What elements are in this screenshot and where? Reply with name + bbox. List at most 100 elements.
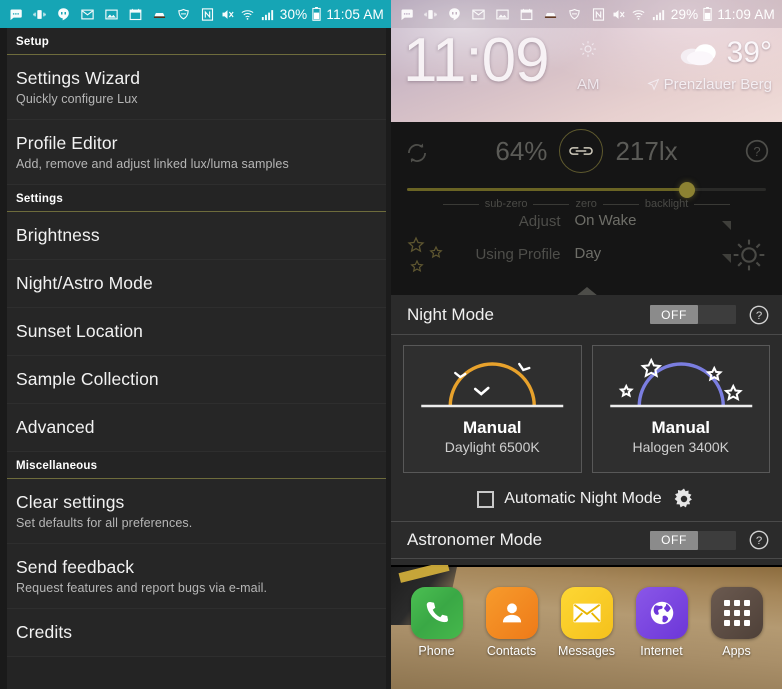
dock-item-messages[interactable]: Messages bbox=[555, 587, 619, 658]
slider-fill bbox=[407, 188, 688, 191]
envelope-icon bbox=[560, 587, 613, 639]
profile-label: Using Profile bbox=[475, 245, 561, 263]
chain-link-glyph bbox=[569, 147, 594, 155]
dock-label: Phone bbox=[418, 644, 455, 658]
help-circle-icon[interactable]: ? bbox=[748, 529, 770, 551]
profile-selector-row[interactable]: Using Profile Day bbox=[391, 245, 782, 263]
sun-arc-birds-icon bbox=[421, 362, 564, 408]
status-bar-left: 30% 11:05 AM bbox=[0, 0, 391, 28]
car-icon bbox=[544, 12, 557, 18]
contact-person-icon bbox=[485, 587, 538, 639]
dual-screenshot-container: 30% 11:05 AM Setup Settings Wizard Quick… bbox=[0, 0, 782, 689]
phone-glyph bbox=[426, 602, 448, 623]
adjust-selector-row[interactable]: Adjust On Wake bbox=[391, 212, 782, 230]
svg-text:?: ? bbox=[756, 310, 762, 322]
vpn-shield-icon bbox=[178, 8, 189, 19]
night-mode-header: Night Mode OFF ? bbox=[391, 295, 782, 335]
preset-mode-label: Manual bbox=[651, 418, 711, 437]
slider-thumb[interactable] bbox=[679, 182, 696, 198]
sidebar-item-brightness[interactable]: Brightness bbox=[0, 212, 391, 260]
automatic-night-mode-label: Automatic Night Mode bbox=[504, 490, 662, 507]
sidebar-item-advanced[interactable]: Advanced bbox=[0, 404, 391, 452]
pref-title: Settings Wizard bbox=[16, 68, 141, 88]
car-icon bbox=[153, 12, 166, 18]
night-mode-toggle[interactable]: OFF bbox=[650, 305, 736, 324]
settings-list[interactable]: Setup Settings Wizard Quickly configure … bbox=[0, 28, 391, 689]
night-mode-panel: Night Mode OFF ? Manual Daylight 6500K M… bbox=[391, 295, 782, 565]
dock-label: Contacts bbox=[486, 644, 537, 658]
weather-summary[interactable]: 39° bbox=[679, 36, 772, 70]
pref-title: Sunset Location bbox=[16, 321, 144, 341]
messages-icon bbox=[10, 9, 22, 20]
automatic-night-mode-checkbox[interactable] bbox=[477, 490, 495, 508]
sidebar-item-profile-editor[interactable]: Profile Editor Add, remove and adjust li… bbox=[0, 120, 391, 185]
pref-title: Send feedback bbox=[16, 557, 135, 577]
dock-item-phone[interactable]: Phone bbox=[405, 587, 469, 658]
dock-icon-row: Phone Contacts Messages Internet Apps bbox=[391, 565, 782, 658]
sidebar-item-credits[interactable]: Credits bbox=[0, 609, 391, 657]
dock-item-contacts[interactable]: Contacts bbox=[480, 587, 544, 658]
cloud-icon bbox=[680, 44, 716, 66]
scale-dash bbox=[602, 203, 639, 205]
svg-text:?: ? bbox=[753, 144, 760, 159]
sidebar-item-settings-wizard[interactable]: Settings Wizard Quickly configure Lux bbox=[0, 55, 391, 120]
status-system-icons: 30% 11:05 AM bbox=[200, 7, 384, 22]
slider-label-sub-zero: sub-zero bbox=[484, 198, 528, 210]
automatic-night-mode-row[interactable]: Automatic Night Mode bbox=[391, 479, 782, 519]
sidebar-item-night-astro-mode[interactable]: Night/Astro Mode bbox=[0, 260, 391, 308]
preset-name-label: Daylight 6500K bbox=[444, 439, 540, 455]
nfc-icon bbox=[592, 7, 604, 21]
lux-settings-screen: 30% 11:05 AM Setup Settings Wizard Quick… bbox=[0, 0, 391, 689]
astronomer-mode-title: Astronomer Mode bbox=[407, 530, 543, 549]
night-mode-presets: Manual Daylight 6500K Manual Halogen 340… bbox=[391, 335, 782, 473]
gmail-icon bbox=[81, 9, 94, 19]
dock-item-internet[interactable]: Internet bbox=[630, 587, 694, 658]
apps-grid-icon bbox=[710, 587, 763, 639]
lux-overlay-top-row: 64% 217lx ? bbox=[391, 122, 782, 180]
status-clock-label: 11:05 AM bbox=[326, 6, 384, 22]
pref-title: Clear settings bbox=[16, 492, 125, 512]
daylight-arc-graphic bbox=[404, 346, 581, 416]
clock-time: 11:09 bbox=[403, 26, 550, 95]
section-header-settings: Settings bbox=[0, 185, 391, 212]
sidebar-item-clear-settings[interactable]: Clear settings Set defaults for all pref… bbox=[0, 479, 391, 544]
pref-title: Profile Editor bbox=[16, 133, 118, 153]
scrollbar-track[interactable] bbox=[386, 28, 391, 689]
pref-title: Credits bbox=[16, 622, 73, 642]
preset-card-daylight[interactable]: Manual Daylight 6500K bbox=[403, 345, 582, 473]
slider-track[interactable] bbox=[407, 182, 766, 198]
night-mode-toggle-state: OFF bbox=[661, 307, 687, 322]
sidebar-item-send-feedback[interactable]: Send feedback Request features and repor… bbox=[0, 544, 391, 609]
status-clock-label: 11:09 AM bbox=[717, 6, 775, 22]
pref-subtitle: Request features and report bugs via e-m… bbox=[16, 581, 268, 595]
section-header-miscellaneous: Miscellaneous bbox=[0, 452, 391, 479]
mute-icon bbox=[613, 9, 625, 19]
adjust-dropdown[interactable]: On Wake bbox=[571, 212, 733, 230]
photos-icon bbox=[105, 9, 118, 19]
preset-card-halogen[interactable]: Manual Halogen 3400K bbox=[591, 345, 770, 473]
gear-icon[interactable] bbox=[672, 487, 696, 511]
lux-overlay-panel: 64% 217lx ? sub-zero zero backlight Adju… bbox=[391, 122, 782, 296]
gear-icon[interactable] bbox=[726, 232, 772, 278]
pref-title: Brightness bbox=[16, 225, 100, 245]
brightness-slider[interactable]: sub-zero zero backlight bbox=[391, 174, 782, 210]
astronomer-mode-toggle-state: OFF bbox=[661, 533, 687, 547]
dock-item-apps[interactable]: Apps bbox=[705, 587, 769, 658]
help-circle-icon[interactable]: ? bbox=[748, 304, 770, 326]
battery-percent-label: 30% bbox=[279, 6, 308, 22]
slider-label-backlight: backlight bbox=[644, 198, 689, 210]
chain-link-icon[interactable] bbox=[559, 129, 604, 173]
astronomer-mode-toggle[interactable]: OFF bbox=[650, 530, 736, 550]
weather-location[interactable]: Prenzlauer Berg bbox=[646, 76, 772, 93]
sidebar-item-sample-collection[interactable]: Sample Collection bbox=[0, 356, 391, 404]
lux-value: 217lx bbox=[615, 135, 678, 166]
nfc-icon bbox=[201, 7, 213, 21]
help-circle-icon[interactable]: ? bbox=[744, 138, 770, 164]
battery-percent-label: 29% bbox=[670, 6, 699, 22]
apps-grid-dots bbox=[723, 600, 750, 626]
pref-subtitle: Quickly configure Lux bbox=[16, 92, 138, 106]
status-notification-icons bbox=[8, 7, 191, 22]
clock-weather-widget[interactable]: 11:09 AM 39° Prenzlauer Berg bbox=[391, 28, 782, 122]
sidebar-item-sunset-location[interactable]: Sunset Location bbox=[0, 308, 391, 356]
profile-dropdown[interactable]: Day bbox=[571, 245, 733, 263]
